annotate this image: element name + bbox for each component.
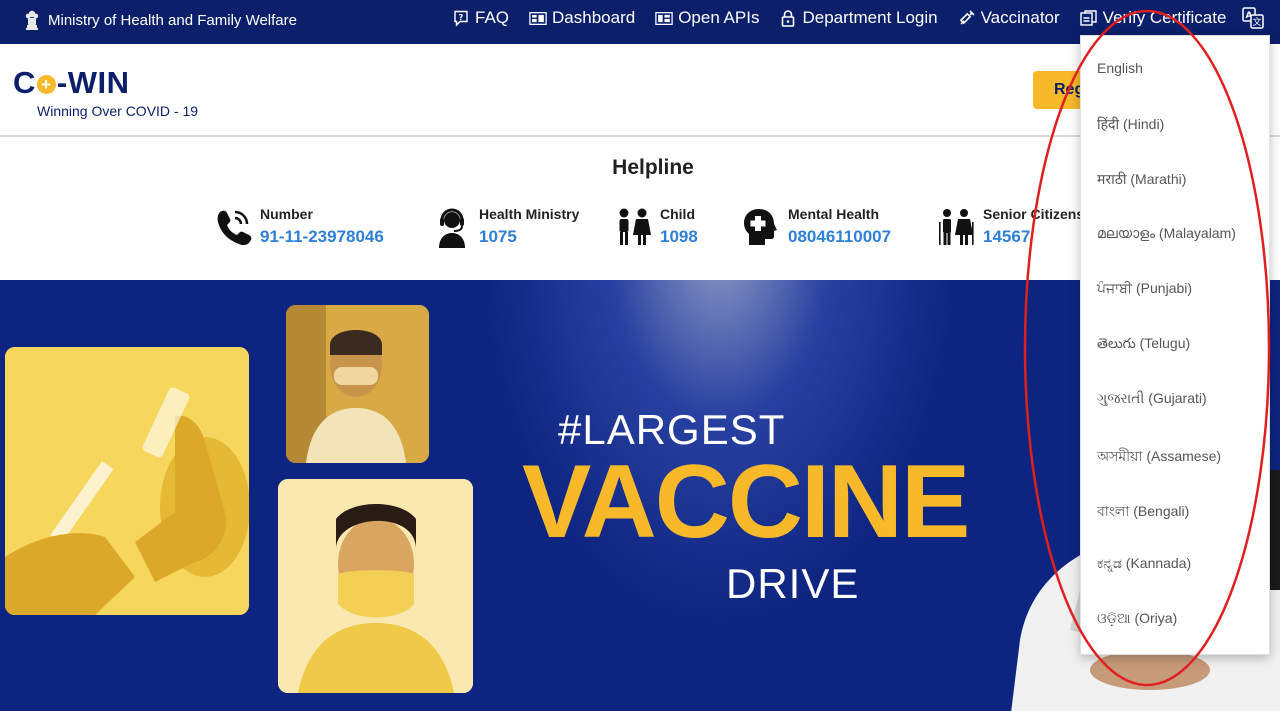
support-agent-icon [431,205,473,249]
language-option-assamese[interactable]: অসমীয়া (Assamese) [1097,445,1221,469]
nav-faq-label: FAQ [475,8,510,27]
logo-text-right: -WIN [56,65,130,100]
helpline-number-link[interactable]: 08046110007 [788,226,891,248]
ministry-brand: Ministry of Health and Family Welfare [24,9,297,31]
helpline-number-link[interactable]: 1075 [479,226,579,248]
helpline-number-link[interactable]: 1098 [660,226,698,248]
language-dropdown-menu: English हिंदी (Hindi) मराठी (Marathi) മല… [1080,35,1270,655]
helpline-item-number: Number 91-11-23978046 [212,205,384,249]
nav-faq[interactable]: ? FAQ [452,8,509,28]
language-option-kannada[interactable]: ಕನ್ನಡ (Kannada) [1097,555,1191,572]
helpline-number-link[interactable]: 91-11-23978046 [260,226,384,248]
mental-health-icon [740,205,782,249]
svg-text:?: ? [459,13,464,22]
language-option-gujarati[interactable]: ગુજરાતી (Gujarati) [1097,390,1207,407]
helpline-item-senior-citizens: Senior Citizens 14567 [935,205,1084,249]
health-worker-photo [286,305,429,463]
nav-vaccinator[interactable]: Vaccinator [958,8,1060,28]
logo-text-left: C [13,65,36,100]
banner-headline: VACCINE [522,444,970,560]
nav-open-apis[interactable]: Open APIs [655,8,759,28]
helpline-label: Health Ministry [479,206,580,222]
nav-verify-certificate[interactable]: Verify Certificate [1080,8,1227,28]
api-icon [655,9,673,27]
national-emblem-icon [24,9,40,31]
helpline-item-child: Child 1098 [612,205,698,249]
nav-department-login[interactable]: Department Login [779,8,938,28]
nav-verify-certificate-label: Verify Certificate [1102,8,1227,27]
language-option-bengali[interactable]: বাংলা (Bengali) [1097,500,1189,524]
helpline-number-link[interactable]: 14567 [983,226,1084,248]
children-icon [612,205,654,249]
nav-dashboard-label: Dashboard [552,8,636,27]
language-selector-button[interactable]: A文 [1241,6,1265,34]
helpline-item-mental-health: Mental Health 08046110007 [740,205,891,249]
language-option-english[interactable]: English [1097,60,1143,76]
faq-icon: ? [452,9,470,27]
masked-woman-photo [278,479,473,693]
language-option-malayalam[interactable]: മലയാളം (Malayalam) [1097,225,1236,242]
logo-plus-icon: + [36,75,56,94]
ministry-name: Ministry of Health and Family Welfare [48,11,297,29]
language-option-punjabi[interactable]: ਪੰਜਾਬੀ (Punjabi) [1097,280,1192,297]
top-navigation: ? FAQ Dashboard Open APIs Department Log… [452,8,1246,28]
language-option-hindi[interactable]: हिंदी (Hindi) [1097,115,1164,134]
helpline-item-health-ministry: Health Ministry 1075 [431,205,579,249]
helpline-label: Child [660,206,695,222]
certificate-icon [1080,9,1098,27]
helpline-label: Senior Citizens [983,206,1085,222]
nav-department-login-label: Department Login [802,8,938,27]
nav-open-apis-label: Open APIs [678,8,760,27]
svg-text:文: 文 [1252,16,1261,28]
language-option-telugu[interactable]: తెలుగు (Telugu) [1097,335,1190,355]
nav-dashboard[interactable]: Dashboard [529,8,635,28]
dashboard-icon [529,9,547,27]
lock-icon [779,9,797,27]
language-option-marathi[interactable]: मराठी (Marathi) [1097,170,1186,189]
translate-icon: A文 [1242,6,1264,34]
language-option-oriya[interactable]: ଓଡ଼ିଆ (Oriya) [1097,610,1177,627]
banner-subline: DRIVE [726,560,860,607]
nav-vaccinator-label: Vaccinator [980,8,1060,27]
helpline-label: Mental Health [788,206,880,222]
senior-citizens-icon [935,205,977,249]
logo-tagline: Winning Over COVID - 19 [37,103,199,119]
vaccine-vial-photo [5,347,249,615]
cowin-logo[interactable]: C + -WIN [13,66,129,100]
syringe-icon [958,9,976,27]
helpline-label: Number [260,206,313,222]
phone-icon [212,205,254,249]
